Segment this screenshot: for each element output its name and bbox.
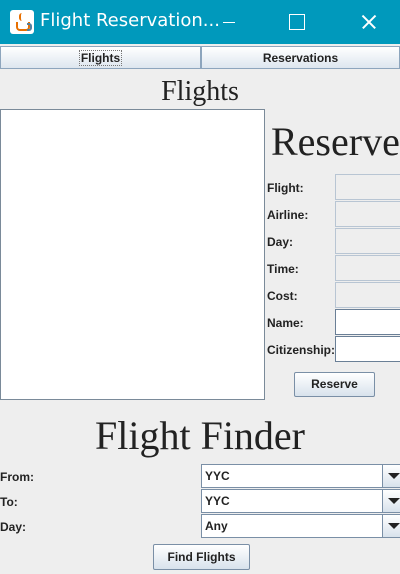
title-bar: Flight Reservation...: [0, 0, 400, 44]
to-dropdown-arrow[interactable]: [382, 490, 400, 512]
airline-label: Airline:: [267, 208, 309, 222]
to-value: YYC: [205, 494, 230, 508]
flights-list[interactable]: [0, 109, 265, 400]
minimize-icon: [223, 22, 235, 23]
chevron-down-icon: [388, 523, 400, 529]
flights-heading: Flights: [161, 76, 239, 107]
day-filter-value: Any: [205, 519, 228, 533]
day-dropdown-arrow[interactable]: [382, 515, 400, 537]
from-value: YYC: [205, 469, 230, 483]
reserve-button[interactable]: Reserve: [294, 372, 375, 397]
reserve-heading: Reserve: [271, 119, 400, 164]
airline-field: [335, 201, 400, 227]
time-label: Time:: [267, 262, 299, 276]
maximize-icon: [289, 14, 305, 30]
cost-field: [335, 282, 400, 308]
name-field[interactable]: [335, 309, 400, 335]
from-label: From:: [0, 470, 34, 484]
minimize-button[interactable]: [206, 0, 252, 44]
citizenship-field[interactable]: [335, 336, 400, 362]
close-button[interactable]: [345, 0, 391, 44]
java-cup-icon: [10, 10, 34, 34]
tab-flights-label: Flights: [78, 50, 123, 66]
day-dropdown[interactable]: Any: [201, 514, 400, 538]
chevron-down-icon: [388, 498, 400, 504]
to-label: To:: [0, 495, 18, 509]
day-label: Day:: [267, 235, 294, 249]
tab-reservations[interactable]: Reservations: [201, 46, 400, 69]
tab-reservations-label: Reservations: [262, 51, 339, 65]
find-flights-button[interactable]: Find Flights: [153, 544, 250, 570]
citizenship-label: Citizenship:: [267, 343, 335, 357]
cost-label: Cost:: [267, 289, 298, 303]
day-field: [335, 228, 400, 254]
chevron-down-icon: [388, 473, 400, 479]
tab-flights[interactable]: Flights: [0, 46, 201, 69]
flight-label: Flight:: [267, 181, 304, 195]
from-dropdown[interactable]: YYC: [201, 464, 400, 488]
maximize-button[interactable]: [274, 0, 320, 44]
day-filter-label: Day:: [0, 520, 27, 534]
window-title: Flight Reservation...: [40, 10, 220, 31]
flight-field: [335, 174, 400, 200]
flight-finder-heading: Flight Finder: [94, 413, 306, 458]
from-dropdown-arrow[interactable]: [382, 465, 400, 487]
time-field: [335, 255, 400, 281]
to-dropdown[interactable]: YYC: [201, 489, 400, 513]
name-label: Name:: [267, 316, 304, 330]
